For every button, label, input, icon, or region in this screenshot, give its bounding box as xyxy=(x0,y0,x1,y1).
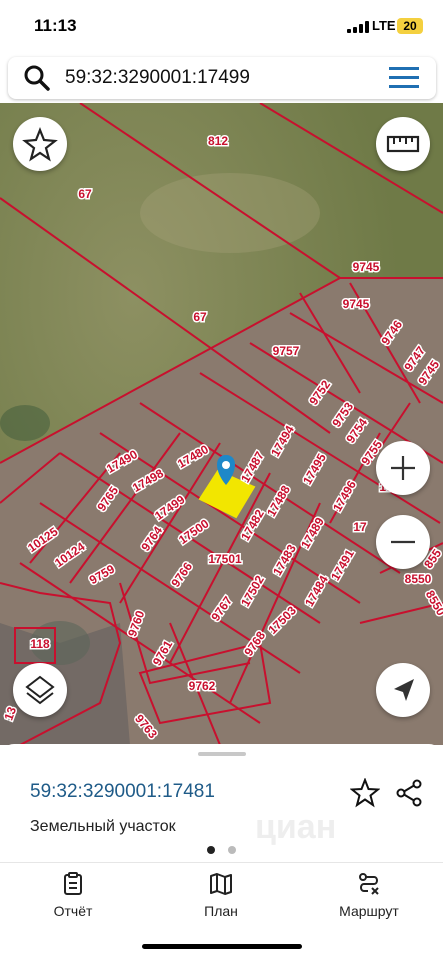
location-arrow-icon xyxy=(394,679,414,701)
layers-icon xyxy=(25,675,55,705)
parcel-label[interactable]: 9745 xyxy=(341,296,371,313)
page-dot-active xyxy=(207,846,215,854)
search-input[interactable]: 59:32:3290001:17499 xyxy=(65,67,250,89)
signal-icon xyxy=(347,21,369,33)
status-bar: 11:13 LTE 20 xyxy=(0,0,443,52)
parcel-label[interactable]: 8550 xyxy=(403,571,433,588)
search-bar[interactable]: 59:32:3290001:17499 xyxy=(8,57,436,99)
parcel-type: Земельный участок xyxy=(30,818,176,835)
home-indicator xyxy=(142,944,302,949)
zoom-out-button[interactable] xyxy=(376,515,430,569)
status-time: 11:13 xyxy=(34,16,77,35)
network-type: LTE xyxy=(372,18,396,33)
star-icon xyxy=(22,127,58,162)
menu-icon[interactable] xyxy=(388,65,422,91)
search-icon[interactable] xyxy=(22,63,52,93)
plus-icon xyxy=(391,456,415,480)
parcel-label[interactable]: 9745 xyxy=(351,259,381,276)
nav-report-label: Отчёт xyxy=(53,903,93,919)
parcel-sheet[interactable]: 59:32:3290001:17481 Земельный участок ци… xyxy=(0,744,443,862)
nav-plan[interactable]: План xyxy=(166,871,276,921)
nav-route-label: Маршрут xyxy=(339,903,399,919)
map-view[interactable]: 812 67 67 9745 9745 9746 9747 9745 9757 9752 9753 9… xyxy=(0,103,443,745)
ruler-button[interactable] xyxy=(376,117,430,171)
page-dot xyxy=(228,846,236,854)
parcel-label[interactable]: 17 xyxy=(352,519,369,536)
parcel-label[interactable]: 9762 xyxy=(187,678,217,695)
light-patch xyxy=(140,173,320,253)
nav-report[interactable]: Отчёт xyxy=(18,871,128,921)
parcel-label[interactable]: 9757 xyxy=(271,343,301,360)
favorite-icon[interactable] xyxy=(350,778,380,808)
zoom-in-button[interactable] xyxy=(376,441,430,495)
watermark-logo: циан xyxy=(255,808,337,846)
battery-icon: 20 xyxy=(397,18,423,34)
nav-route[interactable]: Маршрут xyxy=(314,871,424,921)
my-location-button[interactable] xyxy=(376,663,430,717)
ruler-icon xyxy=(386,135,420,153)
nav-plan-label: План xyxy=(204,903,238,919)
tree-patch xyxy=(0,405,50,441)
map-icon xyxy=(210,873,232,895)
parcel-label[interactable]: 17501 xyxy=(207,551,244,568)
share-icon[interactable] xyxy=(394,778,424,808)
clipboard-icon xyxy=(64,872,82,895)
sheet-handle[interactable] xyxy=(198,752,246,756)
parcel-label[interactable]: 812 xyxy=(206,133,229,150)
layers-button[interactable] xyxy=(13,663,67,717)
parcel-label[interactable]: 67 xyxy=(192,309,209,326)
parcel-label[interactable]: 118 xyxy=(29,636,52,653)
route-icon xyxy=(359,873,379,895)
parcel-id[interactable]: 59:32:3290001:17481 xyxy=(30,781,215,803)
minus-icon xyxy=(391,540,415,544)
favorite-map-button[interactable] xyxy=(13,117,67,171)
parcel-label[interactable]: 67 xyxy=(77,186,94,203)
